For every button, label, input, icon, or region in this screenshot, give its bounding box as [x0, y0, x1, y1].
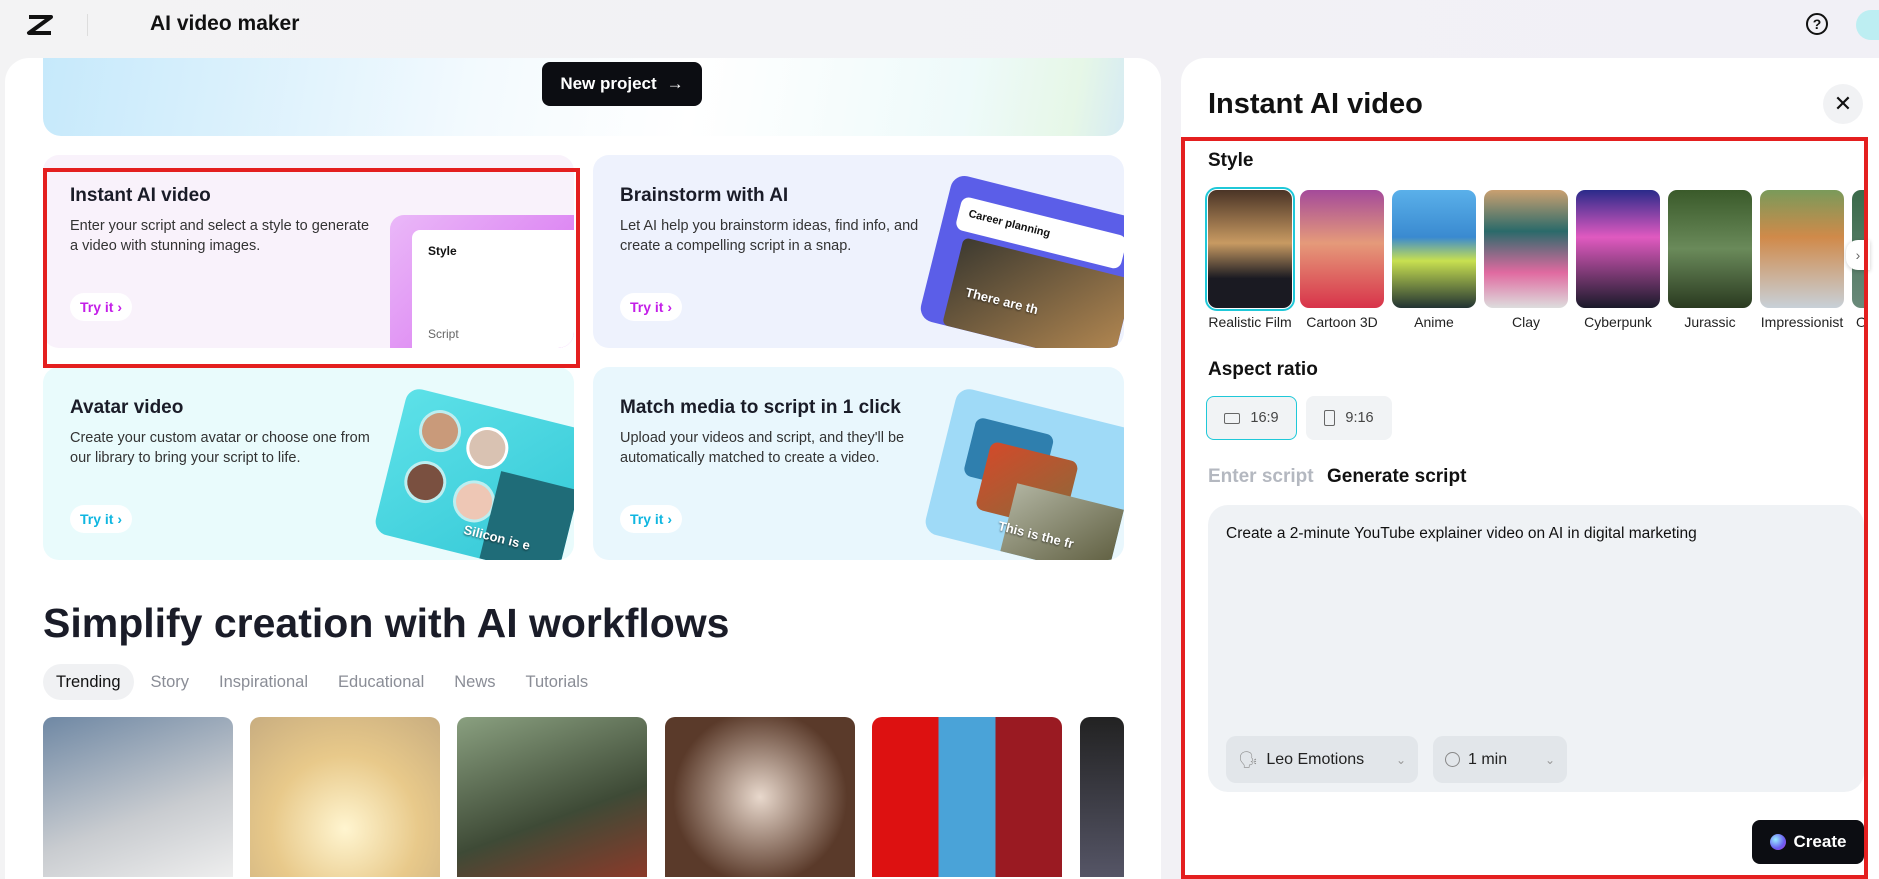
style-anime[interactable] — [1392, 190, 1476, 308]
create-label: Create — [1793, 832, 1847, 851]
card-title: Brainstorm with AI — [620, 185, 789, 206]
workflow-tabs: Trending Story Inspirational Educational… — [43, 664, 601, 700]
card-title: Match media to script in 1 click — [620, 397, 901, 418]
tab-generate-script[interactable]: Generate script — [1327, 466, 1466, 488]
workflow-thumbnail[interactable] — [457, 717, 647, 877]
aspect-9-16-button[interactable]: 9:16 — [1306, 396, 1392, 440]
portrait-icon — [1324, 410, 1336, 426]
aspect-label: 16:9 — [1250, 410, 1279, 426]
card-illustration: Style Script — [390, 215, 574, 348]
aspect-ratio-label: Aspect ratio — [1208, 359, 1318, 380]
workflow-thumbnail[interactable] — [1080, 717, 1124, 877]
try-it-button[interactable]: Try it › — [70, 505, 133, 533]
style-label: Style — [1208, 150, 1254, 171]
art-style-label: Style — [428, 244, 457, 258]
card-description: Let AI help you brainstorm ideas, find i… — [620, 218, 919, 254]
tab-inspirational[interactable]: Inspirational — [206, 664, 321, 700]
card-illustration: This is the fr — [922, 386, 1124, 560]
style-label-text: O — [1856, 314, 1867, 330]
style-realistic-film[interactable] — [1205, 187, 1295, 311]
style-label-text: Anime — [1414, 314, 1454, 330]
voice-icon: 🗣 — [1238, 751, 1259, 769]
style-jurassic[interactable] — [1668, 190, 1752, 308]
workflow-thumbnail[interactable] — [665, 717, 855, 877]
card-illustration: Silicon is e — [372, 386, 574, 560]
tab-educational[interactable]: Educational — [325, 664, 437, 700]
style-label-text: Realistic Film — [1208, 314, 1292, 330]
new-project-label: New project — [560, 74, 657, 93]
user-avatar[interactable] — [1856, 10, 1879, 40]
workflows-heading: Simplify creation with AI workflows — [43, 600, 730, 646]
voice-dropdown[interactable]: 🗣 Leo Emotions ⌄ — [1226, 736, 1418, 783]
panel-title: Instant AI video — [1208, 88, 1423, 120]
workflow-thumbnail[interactable] — [43, 717, 233, 877]
help-icon[interactable]: ? — [1806, 13, 1828, 35]
ai-orb-icon — [1769, 834, 1786, 850]
style-clay[interactable] — [1484, 190, 1568, 308]
hero-banner: New project → — [43, 58, 1124, 136]
card-match-media[interactable]: Match media to script in 1 click Upload … — [593, 367, 1124, 560]
chevron-down-icon: ⌄ — [1395, 752, 1406, 767]
voice-value: Leo Emotions — [1266, 750, 1365, 768]
style-cyberpunk[interactable] — [1576, 190, 1660, 308]
card-illustration: Career planning There are th — [917, 173, 1124, 348]
card-description: Enter your script and select a style to … — [70, 218, 370, 254]
try-it-button[interactable]: Try it › — [620, 505, 683, 533]
clock-icon — [1445, 752, 1460, 767]
arrow-right-icon: → — [666, 74, 684, 93]
tab-trending[interactable]: Trending — [43, 664, 134, 700]
try-it-button[interactable]: Try it › — [620, 293, 683, 321]
card-avatar-video[interactable]: Avatar video Create your custom avatar o… — [43, 367, 574, 560]
script-prompt-box[interactable]: Create a 2-minute YouTube explainer vide… — [1208, 505, 1864, 792]
duration-value: 1 min — [1468, 750, 1508, 768]
prompt-input[interactable]: Create a 2-minute YouTube explainer vide… — [1226, 525, 1846, 543]
style-label-text: Jurassic — [1684, 314, 1736, 330]
workflow-thumbnail[interactable] — [250, 717, 440, 877]
chevron-right-icon[interactable]: › — [1846, 240, 1870, 270]
main-content: New project → Instant AI video Enter your… — [5, 58, 1161, 879]
tab-enter-script[interactable]: Enter script — [1208, 466, 1314, 488]
card-brainstorm[interactable]: Brainstorm with AI Let AI help you brain… — [593, 155, 1124, 348]
tab-story[interactable]: Story — [138, 664, 203, 700]
aspect-label: 9:16 — [1345, 410, 1374, 426]
card-title: Avatar video — [70, 397, 184, 418]
style-label-text: Impressionist — [1760, 314, 1844, 330]
close-button[interactable]: ✕ — [1823, 84, 1863, 124]
style-label-text: Cyberpunk — [1584, 314, 1652, 330]
card-title: Instant AI video — [70, 185, 211, 206]
style-cartoon-3d[interactable] — [1300, 190, 1384, 308]
new-project-button[interactable]: New project → — [542, 62, 702, 106]
tab-news[interactable]: News — [441, 664, 508, 700]
create-button[interactable]: Create — [1752, 820, 1864, 864]
workflow-thumbnail[interactable] — [872, 717, 1062, 877]
style-label-text: Cartoon 3D — [1306, 314, 1378, 330]
aspect-16-9-button[interactable]: 16:9 — [1206, 396, 1297, 440]
art-script-label: Script — [428, 327, 459, 341]
card-description: Upload your videos and script, and they'… — [620, 430, 905, 466]
duration-dropdown[interactable]: 1 min ⌄ — [1433, 736, 1567, 783]
app-title: AI video maker — [150, 12, 300, 35]
instant-ai-video-panel: Instant AI video ✕ Style › Realistic Fil… — [1181, 58, 1879, 879]
style-impressionist[interactable] — [1760, 190, 1844, 308]
divider — [87, 14, 88, 36]
tab-tutorials[interactable]: Tutorials — [513, 664, 602, 700]
card-description: Create your custom avatar or choose one … — [70, 430, 370, 466]
chevron-down-icon: ⌄ — [1544, 752, 1555, 767]
landscape-icon — [1224, 412, 1241, 424]
capcut-logo-icon[interactable] — [26, 14, 54, 36]
style-label-text: Clay — [1511, 314, 1540, 330]
try-it-button[interactable]: Try it › — [70, 293, 133, 321]
card-instant-ai-video[interactable]: Instant AI video Enter your script and s… — [43, 155, 574, 348]
